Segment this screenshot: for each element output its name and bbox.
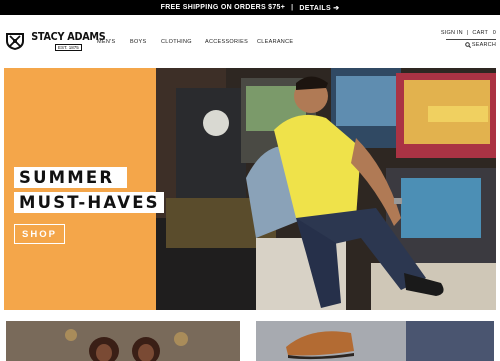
promo-details-link[interactable]: DETAILS ➔ <box>299 4 339 12</box>
crest-icon <box>6 33 24 50</box>
promo-separator: | <box>291 4 294 11</box>
account-cart-row: SIGN IN | CART 0 <box>441 30 496 36</box>
tile-shoes-image <box>6 321 240 361</box>
search-label[interactable]: SEARCH <box>472 42 496 48</box>
utility-divider: | <box>466 30 469 36</box>
nav-item-clearance[interactable]: CLEARANCE <box>257 39 293 45</box>
utility-nav: SIGN IN | CART 0 SEARCH <box>441 30 496 60</box>
search-button[interactable]: SEARCH <box>465 42 496 48</box>
search-icon <box>465 42 471 48</box>
nav-item-boys[interactable]: BOYS <box>130 39 146 45</box>
promo-tile-loafer[interactable] <box>256 321 494 361</box>
promo-details-label[interactable]: DETAILS <box>299 5 331 12</box>
cart-link[interactable]: CART 0 <box>472 30 496 36</box>
hero-image <box>156 68 496 310</box>
hero-headline: SUMMER MUST-HAVES <box>14 167 164 217</box>
nav-item-clothing[interactable]: CLOTHING <box>161 39 192 45</box>
utility-underline <box>446 39 496 40</box>
hero-banner[interactable]: SUMMER MUST-HAVES SHOP <box>4 68 496 310</box>
promo-tile-shoes[interactable] <box>6 321 240 361</box>
brand-est: EST. 1875 <box>54 44 82 51</box>
arrow-right-icon: ➔ <box>333 4 340 12</box>
nav-item-accessories[interactable]: ACCESSORIES <box>205 39 248 45</box>
promo-tiles <box>0 318 500 361</box>
nav-item-mens[interactable]: MEN'S <box>97 39 115 45</box>
hero-photo-illustration <box>156 68 496 310</box>
tile-loafer-image <box>256 321 494 361</box>
sign-in-link[interactable]: SIGN IN <box>441 30 463 36</box>
promo-shipping-text: FREE SHIPPING ON ORDERS $75+ <box>160 4 286 11</box>
shop-button[interactable]: SHOP <box>14 224 65 244</box>
site-header: STACY ADAMS EST. 1875 MEN'S BOYS CLOTHIN… <box>0 15 500 68</box>
cart-label[interactable]: CART <box>472 30 488 36</box>
hero-headline-line-1: SUMMER <box>14 167 127 188</box>
brand-logo[interactable]: STACY ADAMS EST. 1875 <box>4 30 109 52</box>
brand-name: STACY ADAMS <box>31 31 106 43</box>
cart-count: 0 <box>492 30 496 36</box>
hero-headline-line-2: MUST-HAVES <box>14 192 164 213</box>
promo-bar: FREE SHIPPING ON ORDERS $75+ | DETAILS ➔ <box>0 0 500 15</box>
